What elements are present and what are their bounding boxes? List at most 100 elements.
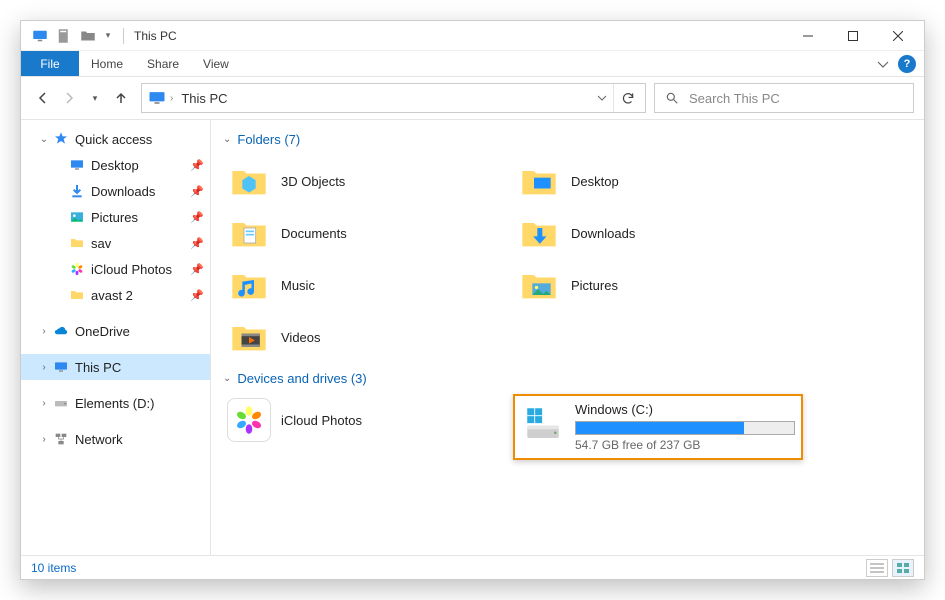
pictures-icon [67, 207, 87, 227]
folder-icon [67, 285, 87, 305]
content-area: ⌄ Folders (7) 3D Objects Desktop Documen… [211, 120, 924, 555]
onedrive-icon [51, 321, 71, 341]
address-dropdown-icon[interactable] [591, 93, 613, 103]
forward-button[interactable] [61, 90, 77, 106]
nav-bar: ▾ › This PC Search This PC [21, 77, 924, 119]
tiles-view-button[interactable] [892, 559, 914, 577]
back-button[interactable] [35, 90, 51, 106]
sidebar-item-downloads[interactable]: Downloads📌 [21, 178, 210, 204]
tree-elements-drive[interactable]: › Elements (D:) [21, 390, 210, 416]
close-button[interactable] [875, 21, 920, 51]
3dobjects-icon [227, 159, 271, 203]
pin-icon: 📌 [190, 289, 210, 302]
pc-icon[interactable] [31, 27, 49, 45]
search-input[interactable]: Search This PC [654, 83, 914, 113]
folder-ql-icon[interactable] [79, 27, 97, 45]
breadcrumb[interactable]: This PC [175, 91, 233, 106]
folder-3dobjects[interactable]: 3D Objects [223, 155, 503, 207]
ribbon-collapse-icon[interactable] [870, 51, 896, 76]
downloads-icon [67, 181, 87, 201]
chevron-right-icon[interactable]: › [37, 398, 51, 409]
folders-grid: 3D Objects Desktop Documents Downloads M… [223, 155, 912, 363]
refresh-button[interactable] [613, 84, 641, 112]
group-drives-header[interactable]: ⌄ Devices and drives (3) [223, 371, 912, 386]
chevron-down-icon[interactable]: ⌄ [37, 134, 51, 145]
location-pc-icon [146, 87, 168, 109]
pin-icon: 📌 [190, 185, 210, 198]
details-view-button[interactable] [866, 559, 888, 577]
ribbon-tabs: File Home Share View ? [21, 51, 924, 77]
group-title: Devices and drives (3) [237, 371, 366, 386]
breadcrumb-label: This PC [181, 91, 227, 106]
pin-icon: 📌 [190, 159, 210, 172]
explorer-window: ▾ This PC File Home Share View ? ▾ › Thi… [20, 20, 925, 580]
folder-documents[interactable]: Documents [223, 207, 503, 259]
search-icon [663, 91, 681, 105]
tree-label: Quick access [71, 132, 210, 147]
device-icloud-photos[interactable]: iCloud Photos [223, 394, 503, 446]
tree-network[interactable]: › Network [21, 426, 210, 452]
chevron-right-icon[interactable]: › [37, 434, 51, 445]
up-button[interactable] [113, 90, 129, 106]
drive-info: Windows (C:) 54.7 GB free of 237 GB [575, 402, 795, 452]
drive-icon [51, 393, 71, 413]
chevron-right-icon[interactable]: › [37, 362, 51, 373]
drive-label: Windows (C:) [575, 402, 795, 417]
folder-pictures[interactable]: Pictures [513, 259, 793, 311]
body: ⌄ Quick access Desktop📌 Downloads📌 Pictu… [21, 119, 924, 555]
pin-icon: 📌 [190, 263, 210, 276]
sidebar-item-icloud-photos[interactable]: iCloud Photos📌 [21, 256, 210, 282]
chevron-down-icon[interactable]: ⌄ [223, 373, 231, 384]
icloud-photos-app-icon [227, 398, 271, 442]
window-title: This PC [134, 29, 177, 43]
chevron-right-icon[interactable]: › [37, 326, 51, 337]
recent-dropdown-icon[interactable]: ▾ [87, 90, 103, 106]
pin-icon: 📌 [190, 211, 210, 224]
drives-grid: iCloud Photos Windows (C:) 54.7 GB free … [223, 394, 912, 460]
file-tab[interactable]: File [21, 51, 79, 76]
folder-desktop[interactable]: Desktop [513, 155, 793, 207]
pictures-folder-icon [517, 263, 561, 307]
sidebar-item-sav[interactable]: sav📌 [21, 230, 210, 256]
videos-icon [227, 315, 271, 359]
status-item-count: 10 items [31, 561, 76, 575]
tree-quick-access[interactable]: ⌄ Quick access [21, 126, 210, 152]
star-icon [51, 129, 71, 149]
properties-icon[interactable] [55, 27, 73, 45]
titlebar-separator [123, 28, 124, 44]
group-title: Folders (7) [237, 132, 300, 147]
folder-music[interactable]: Music [223, 259, 503, 311]
drive-windows-c[interactable]: Windows (C:) 54.7 GB free of 237 GB [513, 394, 803, 460]
maximize-button[interactable] [830, 21, 875, 51]
sidebar-item-pictures[interactable]: Pictures📌 [21, 204, 210, 230]
desktop-icon [67, 155, 87, 175]
qat-dropdown-icon[interactable]: ▾ [103, 27, 113, 45]
folder-downloads[interactable]: Downloads [513, 207, 793, 259]
sidebar-item-desktop[interactable]: Desktop📌 [21, 152, 210, 178]
tree-onedrive[interactable]: › OneDrive [21, 318, 210, 344]
breadcrumb-chevron-icon[interactable]: › [168, 93, 175, 104]
pc-icon [51, 357, 71, 377]
quick-access-toolbar: ▾ [25, 27, 119, 45]
drive-capacity-bar [575, 421, 795, 435]
tab-share[interactable]: Share [135, 51, 191, 76]
downloads-folder-icon [517, 211, 561, 255]
drive-windows-icon [521, 402, 565, 446]
group-folders-header[interactable]: ⌄ Folders (7) [223, 132, 912, 147]
icloud-photos-icon [67, 259, 87, 279]
documents-icon [227, 211, 271, 255]
folder-videos[interactable]: Videos [223, 311, 503, 363]
search-placeholder: Search This PC [689, 91, 780, 106]
drive-used-fill [576, 422, 744, 434]
chevron-down-icon[interactable]: ⌄ [223, 134, 231, 145]
tab-home[interactable]: Home [79, 51, 135, 76]
tab-view[interactable]: View [191, 51, 241, 76]
pin-icon: 📌 [190, 237, 210, 250]
title-bar: ▾ This PC [21, 21, 924, 51]
nav-tree: ⌄ Quick access Desktop📌 Downloads📌 Pictu… [21, 120, 211, 555]
tree-this-pc[interactable]: › This PC [21, 354, 210, 380]
help-icon[interactable]: ? [898, 55, 916, 73]
sidebar-item-avast2[interactable]: avast 2📌 [21, 282, 210, 308]
minimize-button[interactable] [785, 21, 830, 51]
address-bar[interactable]: › This PC [141, 83, 646, 113]
